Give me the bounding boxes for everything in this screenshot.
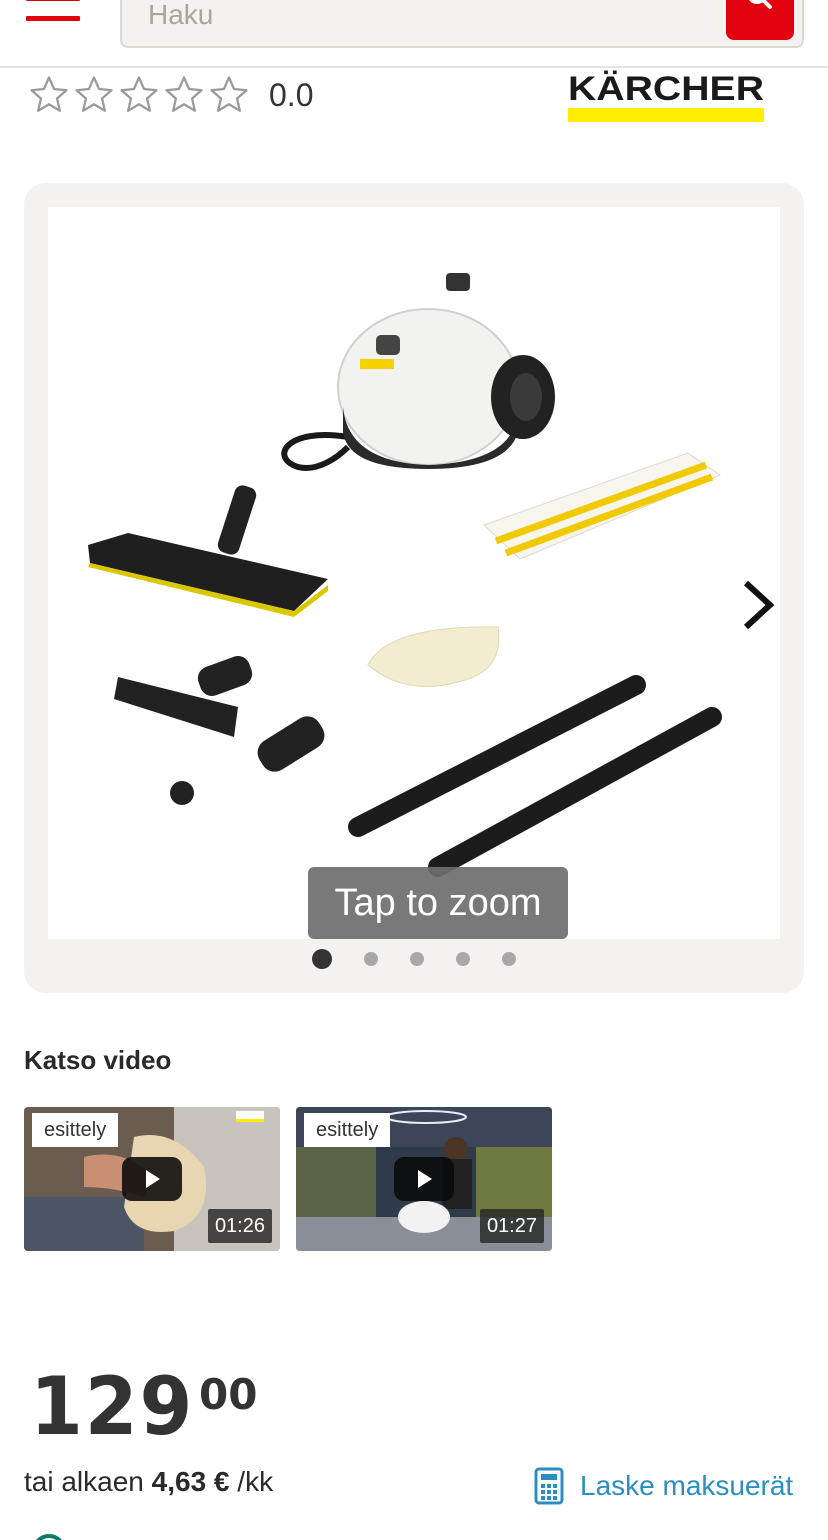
video-badge: esittely — [32, 1113, 119, 1147]
gallery-dot-3[interactable] — [410, 952, 424, 966]
rating-value: 0.0 — [269, 76, 314, 113]
gallery-dot-2[interactable] — [364, 952, 378, 966]
product-gallery: Tap to zoom — [24, 183, 804, 993]
top-header — [0, 0, 828, 68]
svg-text:KÄRCHER: KÄRCHER — [568, 70, 764, 108]
price-integer: 129 — [30, 1360, 195, 1453]
star-empty-icon — [165, 76, 203, 112]
video-badge: esittely — [304, 1113, 391, 1147]
gallery-dot-4[interactable] — [456, 952, 470, 966]
search-button[interactable] — [726, 0, 794, 40]
calculate-installments-label: Laske maksuerät — [580, 1470, 794, 1501]
play-icon[interactable] — [122, 1157, 182, 1201]
tap-to-zoom-hint: Tap to zoom — [308, 867, 568, 939]
hamburger-menu-icon[interactable] — [26, 0, 82, 26]
calculator-icon — [534, 1467, 564, 1505]
play-icon[interactable] — [394, 1157, 454, 1201]
video-duration: 01:27 — [479, 1209, 544, 1243]
product-rating[interactable]: 0.0 — [28, 72, 313, 118]
video-card-1[interactable]: esittely 01:26 — [24, 1107, 280, 1251]
calculate-installments-link[interactable]: Laske maksuerät — [534, 1466, 793, 1506]
search-icon — [749, 0, 772, 9]
video-duration: 01:26 — [207, 1209, 272, 1243]
gallery-pagination — [24, 949, 804, 969]
brand-logo[interactable]: KÄRCHER — [566, 70, 766, 126]
chevron-right-icon[interactable] — [738, 577, 778, 633]
search-bar — [120, 0, 804, 48]
product-image[interactable]: Tap to zoom — [48, 207, 780, 939]
status-indicator-icon — [32, 1534, 66, 1540]
video-card-2[interactable]: esittely 01:27 — [296, 1107, 552, 1251]
gallery-dot-5[interactable] — [502, 952, 516, 966]
star-empty-icon — [30, 76, 68, 112]
installment-prefix: tai alkaen — [24, 1466, 144, 1497]
star-empty-icon — [210, 76, 248, 112]
star-empty-icon — [120, 76, 158, 112]
installment-suffix: /kk — [237, 1466, 274, 1497]
installment-info: tai alkaen 4,63 € /kk — [24, 1466, 273, 1498]
video-section-heading: Katso video — [24, 1045, 172, 1075]
price-decimals: 00 — [199, 1370, 258, 1419]
steam-cleaner-illustration — [88, 273, 722, 877]
search-input[interactable] — [148, 0, 708, 32]
installment-amount: 4,63 € — [151, 1466, 230, 1497]
gallery-dot-1[interactable] — [312, 949, 332, 969]
star-empty-icon — [75, 76, 113, 112]
product-price: 129 00 — [30, 1362, 257, 1452]
